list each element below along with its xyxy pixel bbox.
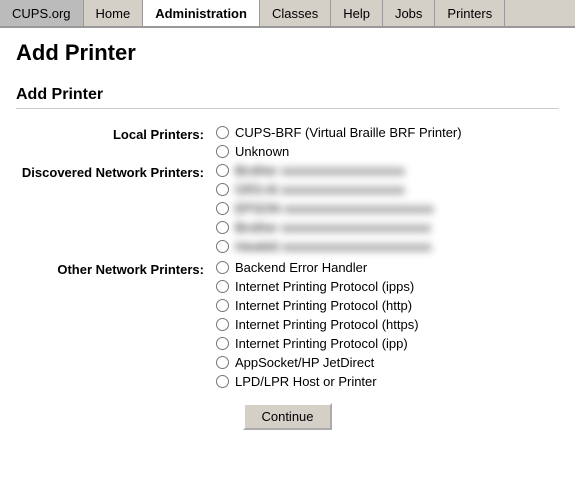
radio-backend-error[interactable] <box>216 261 229 274</box>
main-content: Add Printer Add Printer Local Printers: … <box>0 28 575 442</box>
discovered-brother1[interactable]: Brother xxxxxxxxxxxxxxxxxxx <box>216 163 434 178</box>
label-unknown: Unknown <box>235 144 289 159</box>
page-title: Add Printer <box>16 40 559 66</box>
discovered-gr3al[interactable]: GR3-Al xxxxxxxxxxxxxxxxxxx <box>216 182 434 197</box>
discovered-printers-options: Brother xxxxxxxxxxxxxxxxxxx GR3-Al xxxxx… <box>216 163 434 254</box>
add-printer-form: Local Printers: CUPS-BRF (Virtual Braill… <box>16 125 559 430</box>
label-lpd: LPD/LPR Host or Printer <box>235 374 377 389</box>
discovered-printers-row: Discovered Network Printers: Brother xxx… <box>16 163 559 254</box>
discovered-epson[interactable]: EPSON xxxxxxxxxxxxxxxxxxxxxxx <box>216 201 434 216</box>
label-cups-brf: CUPS-BRF (Virtual Braille BRF Printer) <box>235 125 462 140</box>
other-ipp-http[interactable]: Internet Printing Protocol (http) <box>216 298 419 313</box>
label-backend-error: Backend Error Handler <box>235 260 367 275</box>
local-printer-cups-brf[interactable]: CUPS-BRF (Virtual Braille BRF Printer) <box>216 125 462 140</box>
radio-hewlett[interactable] <box>216 240 229 253</box>
other-backend-error[interactable]: Backend Error Handler <box>216 260 419 275</box>
nav-cups[interactable]: CUPS.org <box>0 0 84 26</box>
continue-button[interactable]: Continue <box>243 403 331 430</box>
label-ipp-https: Internet Printing Protocol (https) <box>235 317 419 332</box>
local-printers-label: Local Printers: <box>16 125 216 142</box>
label-appsocket: AppSocket/HP JetDirect <box>235 355 374 370</box>
discovered-printers-label: Discovered Network Printers: <box>16 163 216 180</box>
radio-unknown[interactable] <box>216 145 229 158</box>
radio-epson[interactable] <box>216 202 229 215</box>
nav-administration[interactable]: Administration <box>143 0 260 26</box>
other-printers-options: Backend Error Handler Internet Printing … <box>216 260 419 389</box>
radio-appsocket[interactable] <box>216 356 229 369</box>
radio-ipp-http[interactable] <box>216 299 229 312</box>
label-ipp-ipps: Internet Printing Protocol (ipps) <box>235 279 414 294</box>
nav-printers[interactable]: Printers <box>435 0 505 26</box>
other-ipp-https[interactable]: Internet Printing Protocol (https) <box>216 317 419 332</box>
nav-help[interactable]: Help <box>331 0 383 26</box>
local-printers-options: CUPS-BRF (Virtual Braille BRF Printer) U… <box>216 125 462 159</box>
label-brother1: Brother xxxxxxxxxxxxxxxxxxx <box>235 163 405 178</box>
radio-ipp-ipps[interactable] <box>216 280 229 293</box>
other-appsocket[interactable]: AppSocket/HP JetDirect <box>216 355 419 370</box>
label-epson: EPSON xxxxxxxxxxxxxxxxxxxxxxx <box>235 201 434 216</box>
nav-jobs[interactable]: Jobs <box>383 0 435 26</box>
other-lpd[interactable]: LPD/LPR Host or Printer <box>216 374 419 389</box>
other-ipp-ipps[interactable]: Internet Printing Protocol (ipps) <box>216 279 419 294</box>
local-printers-row: Local Printers: CUPS-BRF (Virtual Braill… <box>16 125 559 159</box>
radio-brother1[interactable] <box>216 164 229 177</box>
nav-home[interactable]: Home <box>84 0 144 26</box>
label-ipp-http: Internet Printing Protocol (http) <box>235 298 412 313</box>
section-title: Add Printer <box>16 86 559 109</box>
label-hewlett: Hewlett xxxxxxxxxxxxxxxxxxxxxxx <box>235 239 431 254</box>
other-printers-label: Other Network Printers: <box>16 260 216 277</box>
radio-cups-brf[interactable] <box>216 126 229 139</box>
radio-ipp-https[interactable] <box>216 318 229 331</box>
nav-classes[interactable]: Classes <box>260 0 331 26</box>
local-printer-unknown[interactable]: Unknown <box>216 144 462 159</box>
label-ipp-ipp: Internet Printing Protocol (ipp) <box>235 336 408 351</box>
label-gr3al: GR3-Al xxxxxxxxxxxxxxxxxxx <box>235 182 405 197</box>
radio-ipp-ipp[interactable] <box>216 337 229 350</box>
discovered-brother2[interactable]: Brother xxxxxxxxxxxxxxxxxxxxxxx <box>216 220 434 235</box>
label-brother2: Brother xxxxxxxxxxxxxxxxxxxxxxx <box>235 220 431 235</box>
other-ipp-ipp[interactable]: Internet Printing Protocol (ipp) <box>216 336 419 351</box>
other-printers-row: Other Network Printers: Backend Error Ha… <box>16 260 559 389</box>
radio-gr3al[interactable] <box>216 183 229 196</box>
radio-brother2[interactable] <box>216 221 229 234</box>
form-actions: Continue <box>16 403 559 430</box>
discovered-hewlett[interactable]: Hewlett xxxxxxxxxxxxxxxxxxxxxxx <box>216 239 434 254</box>
main-nav: CUPS.org Home Administration Classes Hel… <box>0 0 575 28</box>
radio-lpd[interactable] <box>216 375 229 388</box>
